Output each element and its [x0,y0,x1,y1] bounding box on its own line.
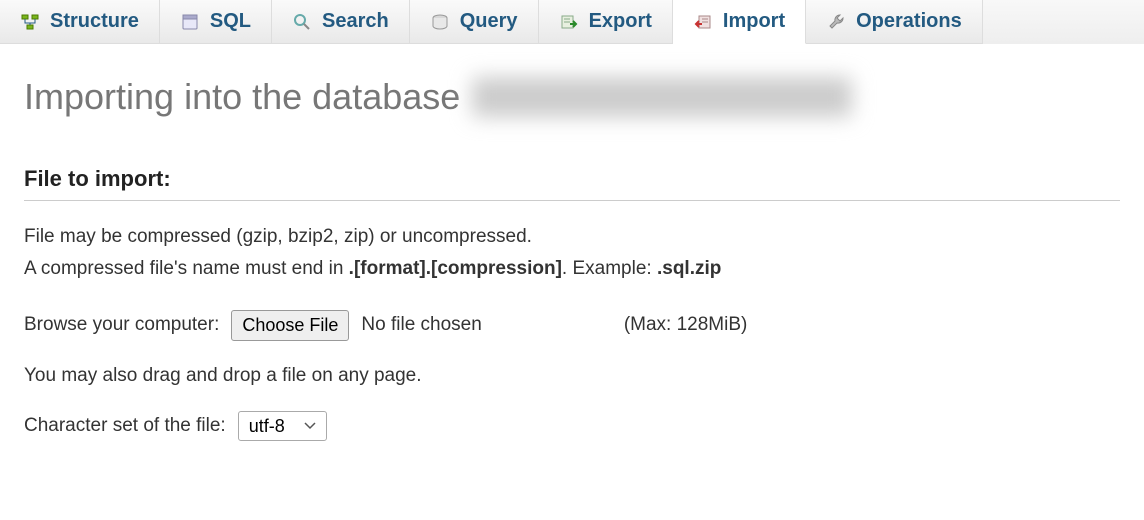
tab-import[interactable]: Import [673,0,806,44]
export-icon [559,12,579,32]
browse-label: Browse your computer: [24,314,219,336]
content-area: Importing into the database File to impo… [0,44,1144,489]
browse-row: Browse your computer: Choose File No fil… [24,310,1120,341]
page-title-prefix: Importing into the database [24,76,460,118]
structure-icon [20,12,40,32]
tab-sql[interactable]: SQL [160,0,272,44]
tab-structure[interactable]: Structure [0,0,160,44]
sql-icon [180,12,200,32]
tab-export[interactable]: Export [539,0,673,44]
tab-label: Search [322,10,389,33]
choose-file-button[interactable]: Choose File [231,310,349,341]
help-line2: A compressed file's name must end in .[f… [24,253,1120,285]
import-icon [693,12,713,32]
charset-row: Character set of the file: utf-8 [24,411,1120,441]
tab-bar: Structure SQL Search Query Export Import [0,0,1144,44]
tab-label: Structure [50,10,139,33]
tab-label: SQL [210,10,251,33]
tab-operations[interactable]: Operations [806,0,983,44]
section-heading: File to import: [24,166,1120,201]
tab-search[interactable]: Search [272,0,410,44]
database-name-redacted [472,77,852,117]
page-title: Importing into the database [24,76,1120,118]
charset-select[interactable]: utf-8 [238,411,327,441]
operations-icon [826,12,846,32]
no-file-chosen-text: No file chosen [361,314,481,336]
drag-drop-hint: You may also drag and drop a file on any… [24,365,1120,387]
tab-label: Query [460,10,518,33]
help-line1: File may be compressed (gzip, bzip2, zip… [24,221,1120,253]
query-icon [430,12,450,32]
charset-label: Character set of the file: [24,415,226,437]
tab-label: Export [589,10,652,33]
tab-query[interactable]: Query [410,0,539,44]
tab-label: Operations [856,10,962,33]
help-text: File may be compressed (gzip, bzip2, zip… [24,221,1120,286]
tab-label: Import [723,10,785,33]
max-size-text: (Max: 128MiB) [624,314,748,336]
search-icon [292,12,312,32]
